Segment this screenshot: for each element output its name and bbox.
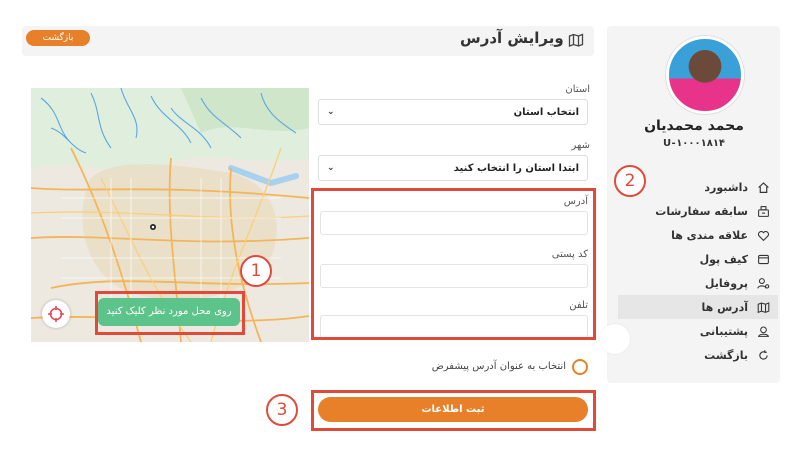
default-address-checkbox[interactable] (572, 359, 588, 375)
avatar[interactable] (666, 36, 744, 114)
city-label: شهر (571, 140, 590, 151)
page-title: ویرایش آدرس (460, 29, 564, 47)
sidebar-item-orders[interactable]: سابقه سفارشات (618, 199, 778, 223)
back-button[interactable]: بازگشت (26, 30, 90, 46)
default-address-label: انتخاب به عنوان آدرس پیشفرض (431, 361, 566, 372)
sidebar-item-profile[interactable]: پروفایل (618, 271, 778, 295)
target-icon (48, 306, 64, 322)
annotation-badge-3: 3 (266, 394, 298, 426)
sidebar-item-label: آدرس ها (701, 300, 748, 314)
annotation-box-3 (311, 390, 596, 431)
sidebar-item-label: علاقه مندی ها (671, 228, 748, 242)
city-select[interactable]: ابتدا استان را انتخاب کنید ⌄ (318, 155, 588, 181)
sidebar-item-label: پشتیبانی (699, 324, 748, 338)
user-settings-icon (756, 276, 770, 290)
home-icon (756, 180, 770, 194)
sidebar-item-addresses[interactable]: آدرس ها (618, 295, 778, 319)
sidebar-item-label: کیف پول (699, 252, 748, 266)
annotation-box-2 (311, 188, 596, 340)
orders-icon (756, 204, 770, 218)
annotation-badge-2: 2 (614, 165, 646, 197)
user-id: U-۱۰۰۰۱۸۱۴ (662, 138, 726, 149)
map-icon (756, 300, 770, 314)
chevron-down-icon: ⌄ (327, 163, 335, 173)
sidebar-item-label: داشبورد (704, 180, 748, 194)
map-icon (568, 32, 584, 48)
province-select-value: انتخاب استان (513, 106, 579, 118)
sidebar-item-label: سابقه سفارشات (655, 204, 748, 218)
sidebar-item-support[interactable]: پشتیبانی (618, 319, 778, 343)
annotation-box-1 (95, 291, 245, 335)
sidebar-menu: داشبورد سابقه سفارشات علاقه مندی ها کیف … (618, 175, 778, 367)
province-select[interactable]: انتخاب استان ⌄ (318, 99, 588, 125)
support-icon (756, 324, 770, 338)
locate-button[interactable] (42, 300, 70, 328)
province-label: استان (565, 84, 590, 95)
sidebar-item-favorites[interactable]: علاقه مندی ها (618, 223, 778, 247)
sidebar-item-label: پروفایل (704, 276, 748, 290)
user-name: محمد محمدیان (644, 118, 744, 134)
annotation-badge-1: 1 (240, 255, 272, 287)
heart-icon (756, 228, 770, 242)
wallet-icon (756, 252, 770, 266)
sidebar-item-wallet[interactable]: کیف پول (618, 247, 778, 271)
city-select-value: ابتدا استان را انتخاب کنید (453, 162, 579, 174)
floating-circle (600, 324, 630, 354)
sidebar-item-return[interactable]: بازگشت (618, 343, 778, 367)
sidebar-item-label: بازگشت (704, 348, 748, 362)
return-icon (756, 348, 770, 362)
chevron-down-icon: ⌄ (327, 107, 335, 117)
